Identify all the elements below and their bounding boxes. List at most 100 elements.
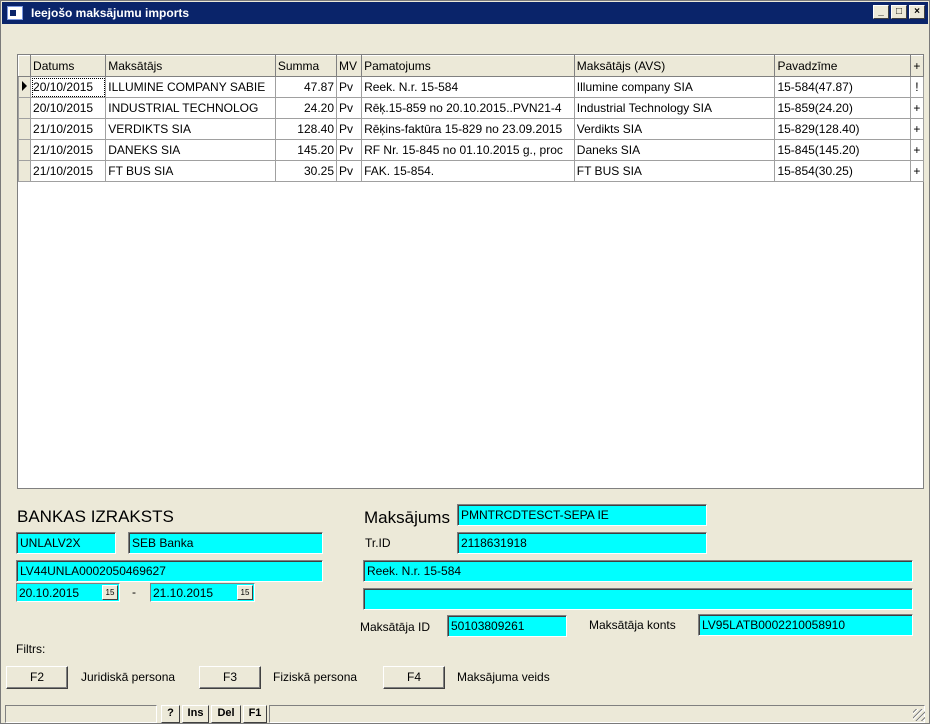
cell-date[interactable]: 21/10/2015 — [30, 118, 107, 140]
cell-payer[interactable]: ILLUMINE COMPANY SABIE — [105, 76, 276, 98]
column-header-invoice[interactable]: Pavadzīme — [774, 55, 911, 77]
bank-account-field[interactable]: LV44UNLA0002050469627 — [16, 560, 323, 582]
current-row-indicator-icon — [17, 76, 32, 98]
column-header-basis[interactable]: Pamatojums — [361, 55, 575, 77]
payment-heading: Maksājums — [364, 508, 450, 527]
row-indicator — [17, 139, 32, 161]
cell-basis[interactable]: Reek. N.r. 15-584 — [361, 76, 575, 98]
cell-payer-avs[interactable]: Industrial Technology SIA — [573, 97, 776, 119]
column-header-payer[interactable]: Maksātājs — [105, 55, 276, 77]
cell-basis[interactable]: RF Nr. 15-845 no 01.10.2015 g., proc — [361, 139, 575, 161]
window-title: Ieejošo maksājumu imports — [31, 6, 190, 20]
cell-date[interactable]: 21/10/2015 — [30, 160, 107, 182]
cell-invoice[interactable]: 15-854(30.25) — [774, 160, 911, 182]
cell-date[interactable]: 20/10/2015 — [30, 76, 107, 98]
payments-grid[interactable]: Datums Maksātājs Summa MV Pamatojums Mak… — [17, 54, 925, 489]
cell-flag[interactable]: + — [909, 160, 925, 182]
payment-basis-field[interactable]: Reek. N.r. 15-584 — [363, 560, 913, 582]
cell-invoice[interactable]: 15-829(128.40) — [774, 118, 911, 140]
cell-basis[interactable]: Rēķins-faktūra 15-829 no 23.09.2015 — [361, 118, 575, 140]
row-indicator — [17, 118, 32, 140]
cell-basis[interactable]: FAK. 15-854. — [361, 160, 575, 182]
app-icon — [7, 6, 23, 20]
minimize-button[interactable]: _ — [873, 5, 889, 19]
cell-payer-avs[interactable]: Verdikts SIA — [573, 118, 776, 140]
cell-flag[interactable]: ! — [909, 76, 925, 98]
insert-button[interactable]: Ins — [182, 705, 209, 723]
f1-help-button[interactable]: F1 — [243, 705, 267, 723]
row-indicator — [17, 97, 32, 119]
cell-sum[interactable]: 128.40 — [274, 118, 338, 140]
column-header-mv[interactable]: MV — [335, 55, 363, 77]
cell-mv[interactable]: Pv — [335, 139, 363, 161]
cell-payer-avs[interactable]: Illumine company SIA — [573, 76, 776, 98]
cell-flag[interactable]: + — [909, 97, 925, 119]
cell-invoice[interactable]: 15-584(47.87) — [774, 76, 911, 98]
bank-bic-field[interactable]: UNLALV2X — [16, 532, 116, 554]
table-row[interactable]: 21/10/2015 VERDIKTS SIA 128.40 Pv Rēķins… — [17, 118, 925, 140]
payment-type-field[interactable]: PMNTRCDTESCT-SEPA IE — [457, 504, 707, 526]
payer-id-field[interactable]: 50103809261 — [447, 615, 567, 637]
cell-sum[interactable]: 47.87 — [274, 76, 338, 98]
cell-mv[interactable]: Pv — [335, 76, 363, 98]
payer-id-label: Maksātāja ID — [360, 620, 431, 634]
status-panel — [5, 705, 157, 723]
status-panel-wide — [269, 705, 925, 723]
trid-field[interactable]: 2118631918 — [457, 532, 707, 554]
table-row[interactable]: 21/10/2015 DANEKS SIA 145.20 Pv RF Nr. 1… — [17, 139, 925, 161]
payer-account-field[interactable]: LV95LATB0002210058910 — [698, 614, 913, 636]
cell-payer[interactable]: DANEKS SIA — [105, 139, 276, 161]
cell-payer-avs[interactable]: Daneks SIA — [573, 139, 776, 161]
cell-payer[interactable]: INDUSTRIAL TECHNOLOG — [105, 97, 276, 119]
date-from-value: 20.10.2015 — [19, 586, 80, 600]
date-from-field[interactable]: 20.10.2015 15 — [16, 583, 120, 602]
calendar-icon[interactable]: 15 — [237, 585, 253, 600]
cell-invoice[interactable]: 15-845(145.20) — [774, 139, 911, 161]
cell-date[interactable]: 21/10/2015 — [30, 139, 107, 161]
cell-date[interactable]: 20/10/2015 — [30, 97, 107, 119]
close-button[interactable]: × — [909, 5, 925, 19]
f4-button[interactable]: F4 — [383, 666, 445, 689]
maximize-button[interactable]: □ — [891, 5, 907, 19]
cell-payer[interactable]: VERDIKTS SIA — [105, 118, 276, 140]
column-header-payer-avs[interactable]: Maksātājs (AVS) — [573, 55, 776, 77]
f3-button[interactable]: F3 — [199, 666, 261, 689]
cell-payer-avs[interactable]: FT BUS SIA — [573, 160, 776, 182]
column-header-date[interactable]: Datums — [30, 55, 107, 77]
delete-button[interactable]: Del — [211, 705, 241, 723]
date-to-field[interactable]: 21.10.2015 15 — [150, 583, 255, 602]
grid-header-row: Datums Maksātājs Summa MV Pamatojums Mak… — [17, 55, 925, 77]
resize-grip-icon[interactable] — [913, 709, 925, 721]
table-row[interactable]: 20/10/2015 INDUSTRIAL TECHNOLOG 24.20 Pv… — [17, 97, 925, 119]
cell-mv[interactable]: Pv — [335, 97, 363, 119]
title-bar: Ieejošo maksājumu imports _ □ × — [2, 2, 928, 24]
payment-type-filter-label: Maksājuma veids — [457, 670, 550, 684]
calendar-icon[interactable]: 15 — [102, 585, 118, 600]
payer-account-label: Maksātāja konts — [589, 618, 676, 632]
help-button[interactable]: ? — [161, 705, 180, 723]
cell-sum[interactable]: 30.25 — [274, 160, 338, 182]
private-person-label: Fiziskā persona — [273, 670, 358, 684]
date-range-separator: - — [132, 585, 136, 599]
cell-invoice[interactable]: 15-859(24.20) — [774, 97, 911, 119]
f2-button[interactable]: F2 — [6, 666, 68, 689]
cell-flag[interactable]: + — [909, 139, 925, 161]
payment-basis2-field[interactable] — [363, 588, 913, 610]
column-header-sum[interactable]: Summa — [274, 55, 338, 77]
table-row[interactable]: 21/10/2015 FT BUS SIA 30.25 Pv FAK. 15-8… — [17, 160, 925, 182]
date-to-value: 21.10.2015 — [153, 586, 214, 600]
cell-sum[interactable]: 24.20 — [274, 97, 338, 119]
column-header-flag[interactable]: + — [909, 55, 925, 77]
cell-mv[interactable]: Pv — [335, 118, 363, 140]
trid-label: Tr.ID — [365, 536, 391, 550]
cell-mv[interactable]: Pv — [335, 160, 363, 182]
bank-name-field[interactable]: SEB Banka — [128, 532, 323, 554]
row-indicator-header — [17, 55, 32, 77]
main-window: Ieejošo maksājumu imports _ □ × Datums M… — [0, 0, 930, 724]
row-indicator — [17, 160, 32, 182]
cell-basis[interactable]: Rēķ.15-859 no 20.10.2015..PVN21-4 — [361, 97, 575, 119]
cell-flag[interactable]: + — [909, 118, 925, 140]
cell-payer[interactable]: FT BUS SIA — [105, 160, 276, 182]
cell-sum[interactable]: 145.20 — [274, 139, 338, 161]
table-row[interactable]: 20/10/2015 ILLUMINE COMPANY SABIE 47.87 … — [17, 76, 925, 98]
